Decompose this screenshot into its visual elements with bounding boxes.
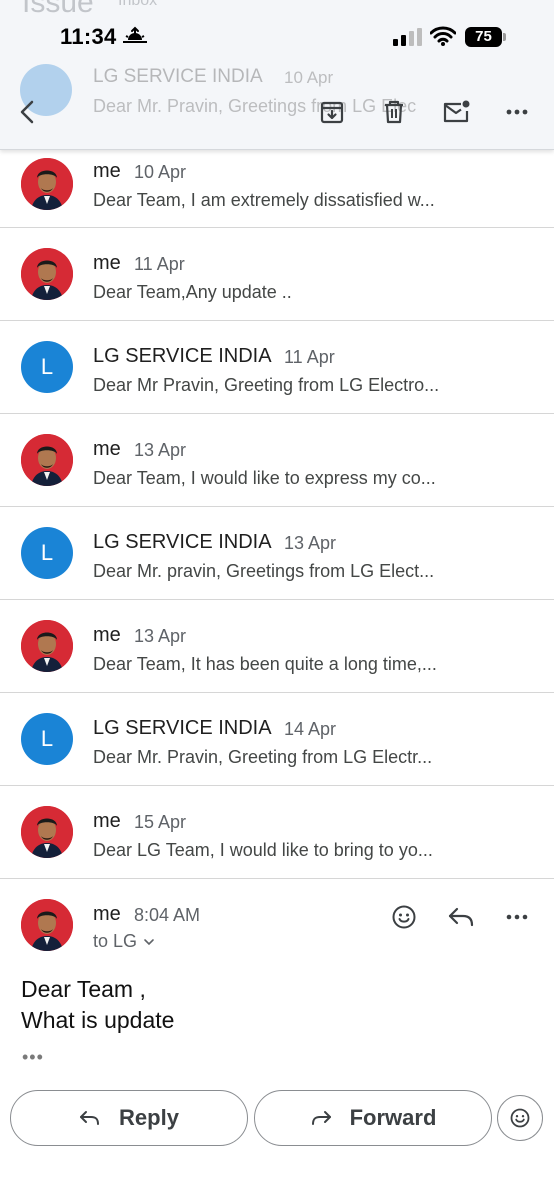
message-snippet: Dear Team, It has been quite a long time…	[93, 654, 437, 674]
smiley-icon	[392, 905, 416, 929]
profile-photo-icon	[21, 899, 73, 951]
message-date: 11 Apr	[134, 254, 185, 274]
message-row[interactable]: me 13 Apr Dear Team, It has been quite a l…	[0, 600, 554, 693]
profile-photo-icon	[21, 248, 73, 300]
avatar	[21, 806, 73, 858]
more-options-button[interactable]	[497, 92, 537, 132]
profile-photo-icon	[21, 158, 73, 210]
sender-name: LG SERVICE INDIA	[93, 345, 272, 367]
message-snippet: Dear Team, I would like to express my co…	[93, 468, 436, 488]
avatar	[21, 434, 73, 486]
message-time: 8:04 AM	[134, 905, 201, 925]
message-more-button[interactable]	[499, 899, 535, 935]
avatar: L	[21, 713, 73, 765]
archive-icon	[320, 101, 344, 124]
message-row[interactable]: me 15 Apr Dear LG Team, I would like to br…	[0, 786, 554, 879]
sunrise-icon	[123, 26, 147, 43]
profile-photo-icon	[21, 434, 73, 486]
recipient-details[interactable]: to LG	[93, 931, 155, 952]
message-body-line: What is update	[21, 1007, 175, 1033]
sender-name: me	[93, 438, 121, 460]
mark-unread-icon	[443, 100, 470, 123]
avatar	[21, 158, 73, 210]
reply-label: Reply	[119, 1105, 179, 1130]
message-snippet: Dear Mr. Pravin, Greetings from LG Elec	[93, 96, 417, 116]
message-row[interactable]: me 11 Apr Dear Team,Any update ..	[0, 228, 554, 321]
forward-button[interactable]: Forward	[254, 1090, 492, 1146]
battery-level: 75	[465, 27, 502, 47]
message-snippet: Dear Mr Pravin, Greeting from LG Electro…	[93, 375, 440, 395]
message-row[interactable]: me 13 Apr Dear Team, I would like to expre…	[0, 414, 554, 507]
message-snippet: Dear LG Team, I would like to bring to y…	[93, 840, 433, 860]
message-thread: me 10 Apr Dear Team, I am extremely dissat…	[0, 136, 554, 879]
message-snippet: Dear Team,Any update ..	[93, 282, 292, 302]
message-row[interactable]: L LG SERVICE INDIA 14 Apr Dear Mr. Pravin, …	[0, 693, 554, 786]
trash-icon	[385, 100, 403, 124]
add-reaction-button[interactable]	[386, 899, 422, 935]
sender-name: LG SERVICE INDIA	[93, 531, 272, 553]
back-button[interactable]	[8, 92, 48, 132]
cellular-signal-icon	[393, 28, 422, 46]
message-date: 11 Apr	[284, 347, 335, 367]
message-snippet: Dear Mr. Pravin, Greeting from LG Electr…	[93, 747, 433, 767]
reply-button[interactable]: Reply	[10, 1090, 248, 1146]
avatar: L	[21, 341, 73, 393]
inbox-label: Inbox	[118, 0, 158, 9]
status-time: 11:34	[60, 24, 117, 49]
expanded-message: me 8:04 AM to LG Dear Team , What is upd…	[0, 879, 554, 1079]
wifi-icon	[430, 26, 456, 46]
avatar	[21, 620, 73, 672]
reply-icon-button[interactable]	[443, 899, 479, 935]
mark-unread-button[interactable]	[436, 92, 476, 132]
sender-name: me	[93, 252, 121, 274]
message-row[interactable]: L LG SERVICE INDIA 11 Apr Dear Mr Pravin, G…	[0, 321, 554, 414]
more-horizontal-icon	[506, 109, 528, 115]
message-date: 10 Apr	[134, 162, 187, 182]
message-date: 13 Apr	[284, 533, 337, 553]
forward-label: Forward	[349, 1105, 437, 1130]
more-horizontal-icon	[506, 914, 528, 920]
emoji-reaction-button[interactable]	[497, 1095, 543, 1141]
sender-name: me	[93, 903, 121, 925]
message-date: 13 Apr	[134, 626, 187, 646]
battery-tip	[503, 33, 506, 41]
recipient-label: to LG	[93, 931, 138, 951]
archive-button[interactable]	[312, 92, 352, 132]
message-date: 14 Apr	[284, 719, 337, 739]
message-body: Dear Team , What is update	[21, 974, 174, 1036]
sender-name: me	[93, 160, 121, 182]
message-row[interactable]: L LG SERVICE INDIA 13 Apr Dear Mr. pravin, …	[0, 507, 554, 600]
sender-name: me	[93, 810, 121, 832]
show-trimmed-content-button[interactable]: •••	[22, 1047, 44, 1068]
sender-name: LG SERVICE INDIA	[93, 66, 263, 87]
battery-indicator: 75	[465, 27, 507, 47]
back-arrow-icon	[20, 100, 34, 124]
message-date: 15 Apr	[134, 812, 187, 832]
reply-arrow-icon	[80, 1111, 100, 1125]
avatar: L	[21, 527, 73, 579]
delete-button[interactable]	[374, 92, 414, 132]
sender-name: LG SERVICE INDIA	[93, 717, 272, 739]
message-snippet: Dear Mr. pravin, Greetings from LG Elect…	[93, 561, 435, 581]
message-date: 13 Apr	[134, 440, 187, 460]
profile-photo-icon	[21, 806, 73, 858]
message-body-line: Dear Team ,	[21, 976, 146, 1002]
message-snippet: Dear Team, I am extremely dissatisfied w…	[93, 190, 435, 210]
sender-name: me	[93, 624, 121, 646]
email-subject: Issue	[22, 0, 94, 19]
smiley-icon	[510, 1108, 530, 1128]
reply-icon	[448, 907, 474, 927]
chevron-down-icon	[144, 938, 154, 945]
forward-arrow-icon	[311, 1111, 331, 1125]
avatar	[21, 899, 73, 951]
message-date: 10 Apr	[284, 68, 334, 87]
top-app-bar: Issue Inbox LG SERVICE INDIA 10 Apr Dear…	[0, 0, 554, 150]
avatar	[21, 248, 73, 300]
profile-photo-icon	[21, 620, 73, 672]
